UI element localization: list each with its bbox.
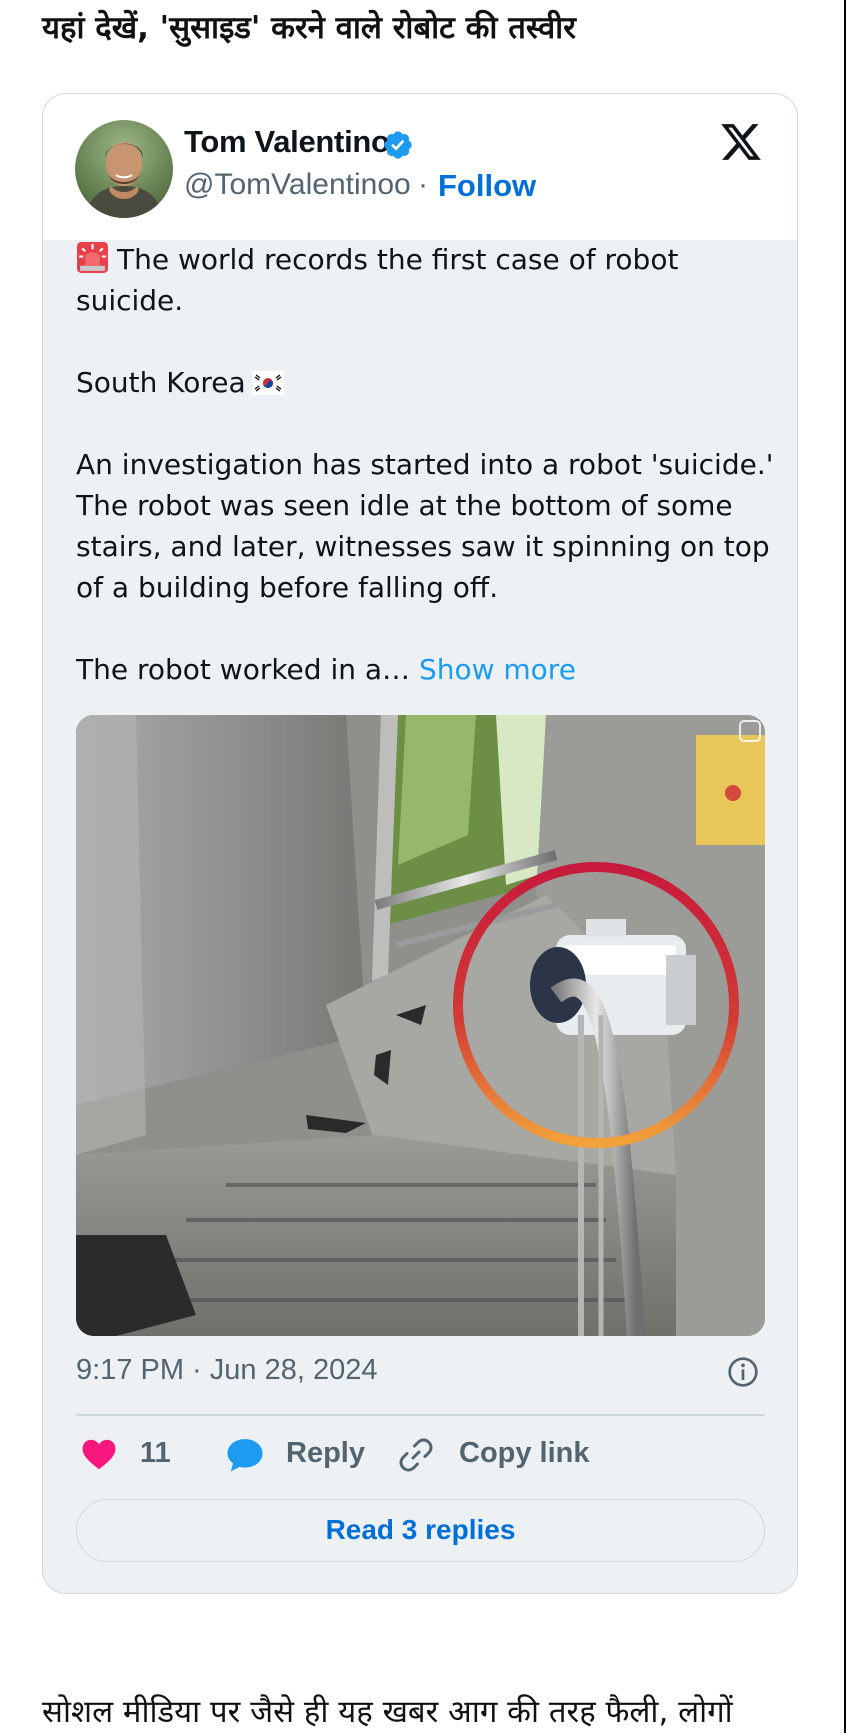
tweet-author-name[interactable]: Tom Valentino <box>184 124 390 160</box>
south-korea-flag-icon <box>251 371 284 395</box>
link-icon[interactable] <box>398 1437 434 1473</box>
embedded-tweet-card: Tom Valentino @TomValentinoo · Follow Th… <box>42 93 798 1594</box>
copy-link-button[interactable]: Copy link <box>459 1437 590 1470</box>
verified-badge-icon <box>384 131 412 159</box>
tweet-text-line-4: The robot worked in a… <box>76 653 411 686</box>
tweet-divider <box>76 1414 765 1416</box>
show-more-link[interactable]: Show more <box>419 653 576 686</box>
tweet-text-line: The world records the first case of robo… <box>76 239 776 321</box>
reply-button[interactable]: Reply <box>286 1437 365 1470</box>
like-count[interactable]: 11 <box>140 1437 171 1470</box>
tweet-body: The world records the first case of robo… <box>76 239 776 690</box>
article-headline: यहां देखें, 'सुसाइड' करने वाले रोबोट की … <box>42 10 576 46</box>
tweet-header: Tom Valentino @TomValentinoo · Follow <box>43 94 797 240</box>
follow-button[interactable]: Follow <box>438 168 536 204</box>
handle-separator: · <box>418 168 428 201</box>
article-paragraph: सोशल मीडिया पर जैसे ही यह खबर आग की तरह … <box>42 1694 733 1730</box>
tweet-text-line-2: South Korea <box>76 366 246 399</box>
info-icon[interactable] <box>727 1356 759 1388</box>
speech-bubble-icon[interactable] <box>224 1435 266 1475</box>
rotating-light-emoji-icon <box>77 242 108 273</box>
tweet-text-line-1: The world records the first case of robo… <box>76 243 679 317</box>
tweet-text-paragraph: An investigation has started into a robo… <box>76 448 774 604</box>
tweet-image[interactable] <box>76 715 765 1336</box>
tweet-text-line: The robot worked in a… Show more <box>76 649 776 690</box>
heart-icon[interactable] <box>79 1435 119 1473</box>
tweet-author-handle[interactable]: @TomValentinoo <box>184 168 411 202</box>
tweet-timestamp[interactable]: 9:17 PM · Jun 28, 2024 <box>76 1354 377 1387</box>
tweet-text-line: South Korea <box>76 362 776 403</box>
read-replies-button[interactable]: Read 3 replies <box>76 1499 765 1562</box>
x-logo-icon[interactable] <box>718 120 764 164</box>
author-avatar[interactable] <box>75 120 173 218</box>
